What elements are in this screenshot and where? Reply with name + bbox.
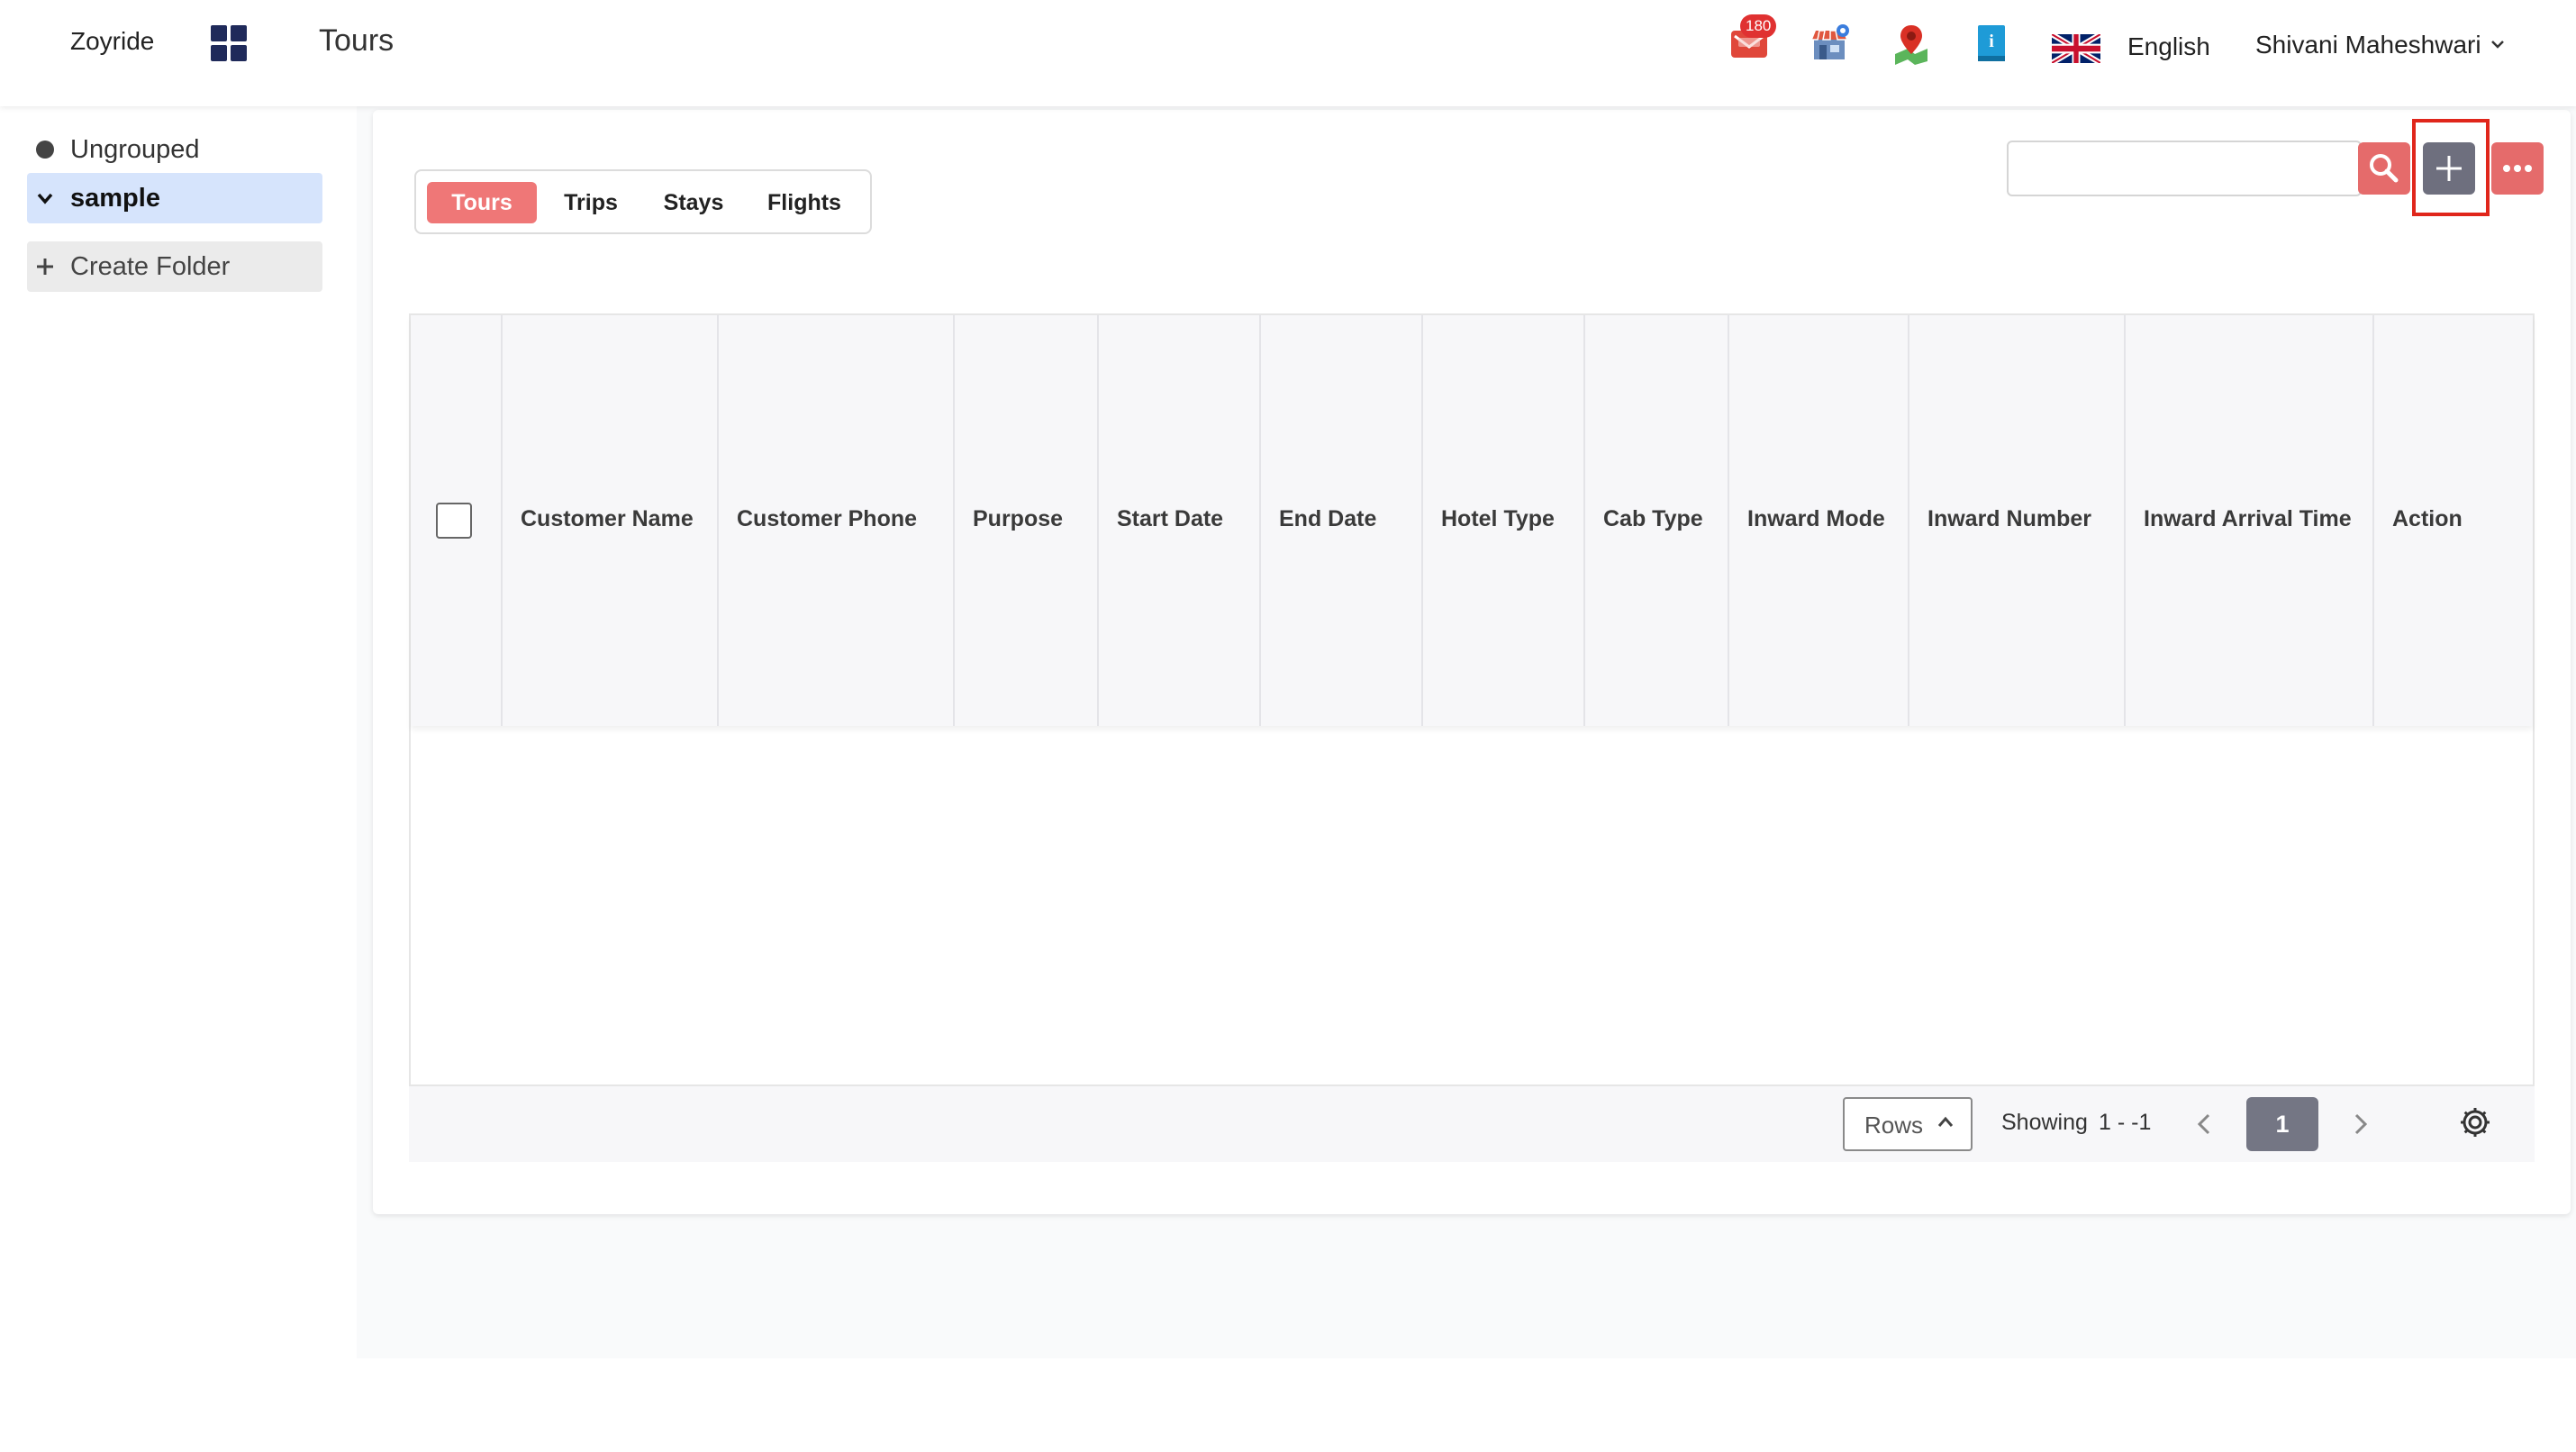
column-label: Inward Mode [1747,506,1885,531]
column-label: Cab Type [1603,506,1703,531]
column-label: Customer Name [521,506,694,531]
chevron-up-icon [1937,1116,1954,1127]
column-label: Action [2392,506,2463,531]
tab-stays[interactable]: Stays [643,182,744,223]
notification-badge: 180 [1740,14,1777,38]
map-pin-icon[interactable] [1890,22,1933,65]
info-book-icon[interactable]: i [1971,22,2014,65]
column-header[interactable]: End Date [1259,315,1421,726]
chevron-left-icon[interactable] [2191,1108,2219,1140]
column-header[interactable]: Start Date [1097,315,1259,726]
column-label: Start Date [1117,506,1224,531]
column-label: Inward Arrival Time [2144,506,2352,531]
folder-label: sample [70,184,160,213]
tab-tours[interactable]: Tours [427,182,537,223]
tab-trips[interactable]: Trips [542,182,639,223]
user-menu[interactable]: Shivani Maheshwari [2255,31,2481,59]
column-header[interactable]: Customer Phone [717,315,953,726]
column-header[interactable]: Hotel Type [1421,315,1583,726]
more-options-button[interactable] [2491,142,2544,195]
showing-label: Showing [2001,1110,2088,1135]
search-icon [2370,154,2399,183]
folder-ungrouped[interactable]: Ungrouped [27,124,322,175]
search-button[interactable] [2358,142,2410,195]
create-folder-label: Create Folder [70,252,231,281]
table-header: Customer Name Customer Phone Purpose Sta… [411,315,2533,726]
current-page-button[interactable]: 1 [2246,1097,2318,1151]
folder-label: Ungrouped [70,135,200,164]
column-label: Customer Phone [737,506,918,531]
rows-label: Rows [1864,1112,1924,1139]
column-header[interactable]: Inward Mode [1728,315,1908,726]
page-title: Tours [319,23,395,58]
uk-flag-icon[interactable] [2052,34,2100,63]
column-header[interactable]: Inward Arrival Time [2124,315,2372,726]
dot-icon [36,141,54,159]
top-bar: Zoyride Tours 180 i English Shivani Mahe… [0,0,2576,106]
column-header[interactable]: Cab Type [1583,315,1728,726]
store-icon[interactable] [1809,22,1852,65]
tab-flights[interactable]: Flights [749,182,859,223]
column-header[interactable]: Purpose [953,315,1097,726]
view-tabs: Tours Trips Stays Flights [414,169,872,234]
data-table: Customer Name Customer Phone Purpose Sta… [409,313,2535,1162]
folder-sample[interactable]: sample [27,173,322,223]
column-label: Inward Number [1927,506,2091,531]
apps-grid-icon[interactable] [211,25,249,63]
column-header: Action [2372,315,2533,726]
create-folder-button[interactable]: Create Folder [27,241,322,292]
column-header[interactable]: Inward Number [1908,315,2124,726]
column-label: Hotel Type [1441,506,1555,531]
chevron-down-icon [37,193,53,204]
plus-icon [2436,156,2462,181]
more-dots-icon [2503,165,2532,172]
showing-range: 1 - -1 [2099,1110,2152,1135]
select-column [411,315,501,726]
select-all-checkbox[interactable] [436,503,472,539]
chevron-right-icon[interactable] [2345,1108,2374,1140]
add-button[interactable] [2423,142,2475,195]
language-selector[interactable]: English [2127,32,2210,61]
plus-icon [37,259,53,275]
svg-text:i: i [1989,32,1994,51]
chevron-down-icon[interactable] [2488,34,2508,54]
column-label: Purpose [973,506,1064,531]
app-name[interactable]: Zoyride [70,27,154,56]
sidebar: Ungrouped sample Create Folder [0,106,357,1358]
search-input[interactable] [2007,141,2362,196]
column-label: End Date [1279,506,1377,531]
gear-icon[interactable] [2457,1104,2493,1140]
rows-per-page-button[interactable]: Rows [1843,1097,1973,1151]
column-header[interactable]: Customer Name [501,315,717,726]
